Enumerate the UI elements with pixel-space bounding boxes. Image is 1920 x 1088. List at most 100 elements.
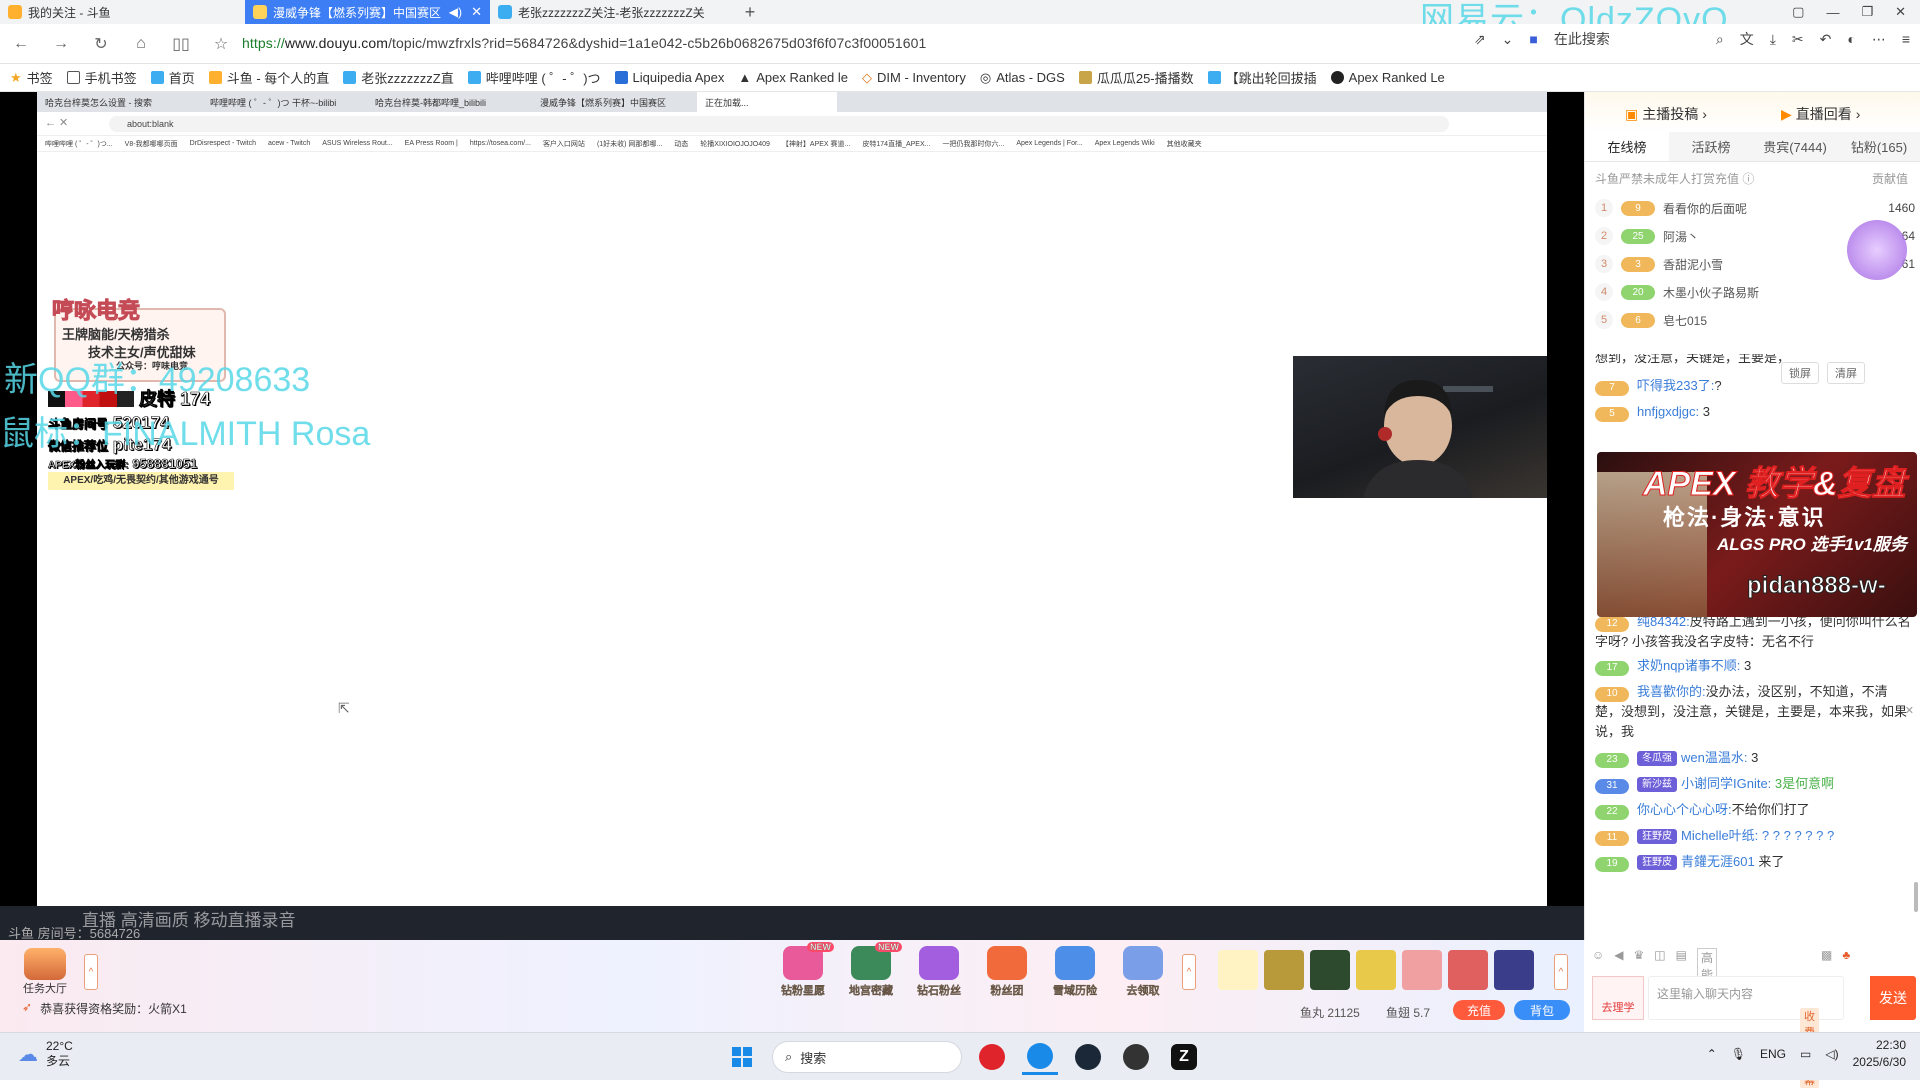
tab-diamond-fans[interactable]: 钻粉(165) <box>1837 132 1920 161</box>
gift-item[interactable] <box>1310 950 1350 990</box>
tab-vip[interactable]: 贵宾(7444) <box>1753 132 1837 161</box>
new-tab-button[interactable]: + <box>735 0 765 24</box>
expand-arrow-icon[interactable]: ^ <box>1554 954 1568 990</box>
volume-icon[interactable]: ◁) <box>1825 1047 1838 1061</box>
bookmark-item[interactable]: Apex Ranked Le <box>1330 70 1445 85</box>
baidu-icon[interactable]: ■ <box>1529 31 1537 47</box>
clock[interactable]: 22:30 2025/6/30 <box>1853 1037 1906 1071</box>
toolbar-activity-icon[interactable]: 粉丝团 <box>980 944 1034 998</box>
night-mode-icon[interactable]: ◐ <box>1847 31 1855 47</box>
bookmark-item[interactable]: ◎ Atlas - DGS <box>980 70 1065 86</box>
bookmark-item[interactable]: 老张zzzzzzzZ直 <box>343 68 454 87</box>
undo-icon[interactable]: ↶ <box>1820 31 1832 48</box>
gift-item[interactable] <box>1356 950 1396 990</box>
close-ad-icon[interactable]: ✕ <box>1905 704 1914 717</box>
microphone-icon[interactable]: 🎙 <box>1731 1047 1746 1061</box>
diamond-fan-badge-icon[interactable] <box>1847 220 1907 280</box>
gift-item[interactable] <box>1494 950 1534 990</box>
close-tab-icon[interactable]: ✕ <box>471 4 482 20</box>
toolbar-activity-icon[interactable]: 钻石粉丝 <box>912 944 966 998</box>
chevron-down-icon[interactable]: ⌄ <box>1502 31 1514 48</box>
chat-user[interactable]: 青鑵无涯601 <box>1681 854 1755 869</box>
chevron-up-icon[interactable]: ⌃ <box>1707 1047 1717 1061</box>
gift-item[interactable] <box>1448 950 1488 990</box>
tab-active-rank[interactable]: 活跃榜 <box>1669 132 1753 161</box>
chat-user[interactable]: Michelle叶纸: <box>1681 828 1758 843</box>
gift-item[interactable] <box>1264 950 1304 990</box>
bookmark-item[interactable]: 【跳出轮回拔插 <box>1207 68 1317 87</box>
menu-icon[interactable]: ≡ <box>1902 31 1910 47</box>
toolbar-activity-icon[interactable]: 钻粉星愿 NEW <box>776 942 834 998</box>
reading-icon[interactable]: ▯▯ <box>168 31 194 57</box>
gift-item[interactable] <box>1402 950 1442 990</box>
rank-row[interactable]: 4 20 木墨小伙子路易斯 <box>1595 278 1915 306</box>
star-icon[interactable]: ☆ <box>208 31 234 57</box>
chat-user[interactable]: 你心心个心心呀: <box>1637 802 1732 817</box>
windows-start-icon[interactable] <box>724 1039 760 1075</box>
back-icon[interactable]: ← <box>8 31 34 57</box>
bookmark-item[interactable]: 首页 <box>150 68 195 87</box>
search-engine-label[interactable]: 在此搜索 <box>1554 29 1610 49</box>
send-button[interactable]: 发送 <box>1870 976 1916 1020</box>
rank-row[interactable]: 5 6 皂七015 <box>1595 306 1915 334</box>
browser-tab[interactable]: 我的关注 - 斗鱼 <box>0 0 245 24</box>
chat-user[interactable]: 求奶nqp诸事不顺: <box>1637 658 1740 673</box>
bookmark-item[interactable]: 瓜瓜瓜25-播播数 <box>1078 68 1194 87</box>
bookmark-item[interactable]: ◇ DIM - Inventory <box>862 70 966 86</box>
download-icon[interactable]: ⤓ <box>1770 31 1776 48</box>
task-hall-button[interactable]: 任务大厅 <box>16 948 74 996</box>
expand-arrow-icon[interactable]: ^ <box>84 954 98 990</box>
more-icon[interactable]: ⋯ <box>1872 31 1886 48</box>
app-icon[interactable] <box>1118 1039 1154 1075</box>
browser-icon[interactable] <box>1022 1039 1058 1075</box>
backpack-button[interactable]: 背包 <box>1514 1000 1570 1020</box>
toolbar-activity-icon[interactable]: 雪域历险 <box>1048 944 1102 998</box>
help-icon[interactable]: ⓘ <box>1742 172 1754 186</box>
browser-tab[interactable]: 老张zzzzzzzZ关注-老张zzzzzzzZ关 <box>490 0 735 24</box>
bookmark-item[interactable]: ▲ Apex Ranked le <box>738 70 848 85</box>
taskbar-search[interactable]: ⌕ 搜索 <box>772 1041 962 1073</box>
bookmark-item[interactable]: 斗鱼 - 每个人的直 <box>208 68 329 87</box>
network-icon[interactable]: ▭ <box>1800 1047 1811 1061</box>
restore-icon[interactable]: ❐ <box>1861 4 1873 20</box>
browser-tab-active[interactable]: 漫威争锋【燃系列赛】中国赛区 ◀) ✕ <box>245 0 490 24</box>
recharge-button[interactable]: 充值 <box>1453 1000 1505 1020</box>
bookmark-item[interactable]: 手机书签 <box>66 68 137 87</box>
reload-icon[interactable]: ↻ <box>88 31 114 57</box>
z-app-icon[interactable]: Z <box>1166 1039 1202 1075</box>
toolbar-activity-icon[interactable]: 去领取 <box>1116 944 1170 998</box>
toolbar-activity-icon[interactable]: 地宫密藏 NEW <box>844 942 902 998</box>
chat-scrollbar[interactable] <box>1914 882 1918 912</box>
weather-widget[interactable]: ☁ 22°C 多云 <box>18 1039 73 1069</box>
scissors-icon[interactable]: ✂ <box>1792 31 1804 48</box>
bookmark-item[interactable]: 哔哩哔哩 ( ゜- ゜)つ <box>467 68 601 87</box>
expand-arrow-icon[interactable]: ^ <box>1182 954 1196 990</box>
close-window-icon[interactable]: ✕ <box>1895 4 1906 20</box>
address-bar[interactable]: https://www.douyu.com/topic/mwzfrxls?rid… <box>242 35 926 51</box>
search-icon[interactable]: ⌕ <box>1716 31 1724 48</box>
chat-list[interactable]: 想到，没注意，关键是，主要是，本来我，如果说，我 7 吓得我233了:? 5 hnf… <box>1585 354 1920 939</box>
apex-coaching-ad[interactable]: APEX 教学&复盘 枪法·身法·意识 ALGS PRO 选手1v1服务 pid… <box>1597 452 1917 617</box>
chat-user[interactable]: 小谢同学IGnite: <box>1681 776 1771 791</box>
forward-icon[interactable]: → <box>48 31 74 57</box>
chat-user[interactable]: 吓得我233了: <box>1637 378 1714 393</box>
bookmark-item[interactable]: ★ 书签 <box>10 68 53 87</box>
tab-online-rank[interactable]: 在线榜 <box>1585 132 1669 161</box>
chat-user[interactable]: hnfjgxdjgc: <box>1637 404 1699 419</box>
home-icon[interactable]: ⌂ <box>128 31 154 57</box>
chat-user[interactable]: 我喜歡你的: <box>1637 684 1706 699</box>
minimize-icon[interactable]: — <box>1826 5 1839 20</box>
chat-user[interactable]: wen温温水: <box>1681 750 1747 765</box>
mute-icon[interactable]: ◀) <box>449 5 462 19</box>
rank-row[interactable]: 1 9 看看你的后面呢 1460 <box>1595 194 1915 222</box>
translate-icon[interactable]: 文 <box>1740 29 1754 49</box>
netease-music-icon[interactable] <box>974 1039 1010 1075</box>
streamer-posts-button[interactable]: ▣ 主播投稿 › <box>1625 104 1707 124</box>
share-icon[interactable]: ⇗ <box>1474 31 1486 48</box>
zhili-button[interactable]: 去理学 <box>1592 976 1644 1020</box>
gift-item[interactable] <box>1218 950 1258 990</box>
steam-icon[interactable] <box>1070 1039 1106 1075</box>
bookmark-item[interactable]: Liquipedia Apex <box>614 70 724 85</box>
replay-button[interactable]: ▶ 直播回看 › <box>1781 104 1860 124</box>
language-indicator[interactable]: ENG <box>1760 1047 1786 1061</box>
